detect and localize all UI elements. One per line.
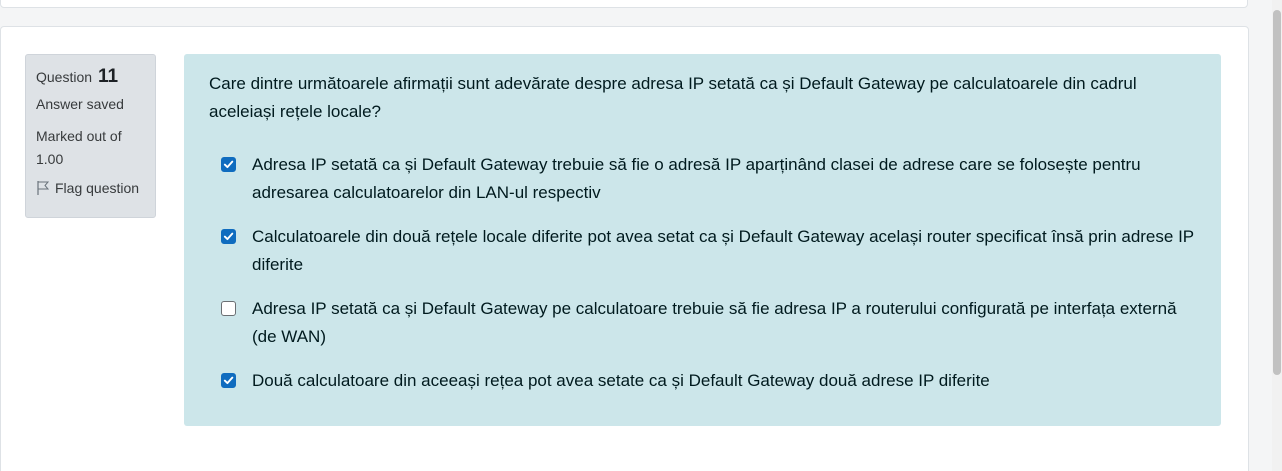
answer-option[interactable]: Adresa IP setată ca și Default Gateway p… bbox=[221, 295, 1195, 351]
checkmark-icon bbox=[223, 232, 234, 241]
checkmark-icon bbox=[223, 160, 234, 169]
answer-checkbox[interactable] bbox=[221, 157, 236, 172]
answer-list: Adresa IP setată ca și Default Gateway t… bbox=[221, 151, 1195, 395]
answer-text: Calculatoarele din două rețele locale di… bbox=[252, 227, 1194, 274]
checkmark-icon bbox=[223, 376, 234, 385]
answer-checkbox[interactable] bbox=[221, 373, 236, 388]
page-scrollbar[interactable] bbox=[1272, 0, 1282, 471]
flag-question-label: Flag question bbox=[55, 180, 140, 196]
answer-text: Două calculatoare din aceeași rețea pot … bbox=[252, 371, 990, 390]
answer-option[interactable]: Adresa IP setată ca și Default Gateway t… bbox=[221, 151, 1195, 207]
answer-checkbox[interactable] bbox=[221, 301, 236, 316]
question-label: Question bbox=[36, 69, 93, 85]
previous-question-card bbox=[0, 0, 1248, 8]
question-content: Care dintre următoarele afirmații sunt a… bbox=[184, 54, 1221, 426]
answer-text: Adresa IP setată ca și Default Gateway t… bbox=[252, 155, 1141, 202]
answer-state: Answer saved bbox=[36, 96, 124, 112]
question-text: Care dintre următoarele afirmații sunt a… bbox=[209, 74, 1137, 121]
flag-question-button[interactable]: Flag question bbox=[36, 179, 145, 197]
answer-option[interactable]: Două calculatoare din aceeași rețea pot … bbox=[221, 367, 1195, 395]
answer-option[interactable]: Calculatoarele din două rețele locale di… bbox=[221, 223, 1195, 279]
answer-text: Adresa IP setată ca și Default Gateway p… bbox=[252, 299, 1177, 346]
question-number-line: Question 11 bbox=[36, 67, 145, 87]
question-number: 11 bbox=[97, 66, 119, 87]
flag-icon bbox=[36, 180, 50, 196]
scrollbar-thumb[interactable] bbox=[1273, 10, 1281, 375]
question-info-panel: Question 11 Answer saved Marked out of 1… bbox=[25, 54, 156, 218]
quiz-page: Question 11 Answer saved Marked out of 1… bbox=[0, 0, 1282, 471]
question-grade: Marked out of 1.00 bbox=[36, 128, 122, 167]
answer-checkbox[interactable] bbox=[221, 229, 236, 244]
